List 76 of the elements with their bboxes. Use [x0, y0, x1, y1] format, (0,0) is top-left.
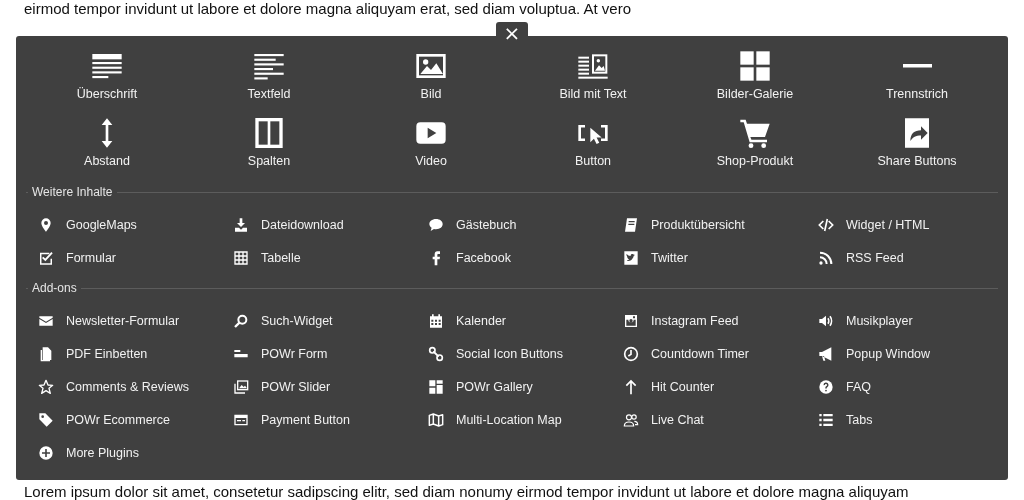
- plugin-button[interactable]: Twitter: [623, 241, 818, 274]
- section-title: Add-ons: [32, 281, 77, 295]
- checkbox-icon: [38, 249, 54, 266]
- section-title: Weitere Inhalte: [32, 185, 113, 199]
- paragraph-text: eirmod tempor invidunt ut labore et dolore magna aliquyam erat, sed diam voluptua. At vero: [23, 0, 632, 17]
- plugin-button[interactable]: Tabelle: [233, 241, 428, 274]
- plugin-button[interactable]: Facebook: [428, 241, 623, 274]
- plus-icon: [38, 444, 54, 461]
- plugin-button[interactable]: Gästebuch: [428, 208, 623, 241]
- plugin-button[interactable]: Instagram Feed: [623, 304, 818, 337]
- plugin-button[interactable]: POWr Ecommerce: [38, 403, 233, 436]
- tiles-icon: [428, 378, 444, 395]
- element-button[interactable]: Abstand: [26, 117, 188, 169]
- plugin-button[interactable]: POWr Form: [233, 337, 428, 370]
- bird-icon: [623, 249, 639, 266]
- book-icon: [623, 216, 639, 233]
- link-icon: [428, 345, 444, 362]
- element-button[interactable]: Spalten: [188, 117, 350, 169]
- element-button[interactable]: Überschrift: [26, 50, 188, 102]
- cart-icon: [739, 117, 771, 149]
- rss-icon: [818, 249, 834, 266]
- clock-icon: [623, 345, 639, 362]
- code-icon: [818, 216, 834, 233]
- map-icon: [428, 411, 444, 428]
- list-icon: [818, 411, 834, 428]
- magnifier-icon: [233, 312, 249, 329]
- plugin-button[interactable]: POWr Gallery: [428, 370, 623, 403]
- plugin-button[interactable]: Such-Widget: [233, 304, 428, 337]
- plugin-button[interactable]: Tabs: [818, 403, 998, 436]
- images-icon: [233, 378, 249, 395]
- map-pin-icon: [38, 216, 54, 233]
- grid-icon: [739, 50, 771, 82]
- plugin-button[interactable]: Newsletter-Formular: [38, 304, 233, 337]
- speech-bubble-icon: [428, 216, 444, 233]
- plugin-button[interactable]: Payment Button: [233, 403, 428, 436]
- plugin-button[interactable]: Social Icon Buttons: [428, 337, 623, 370]
- download-icon: [233, 216, 249, 233]
- plugin-button[interactable]: Hit Counter: [623, 370, 818, 403]
- megaphone-icon: [818, 345, 834, 362]
- plugin-button[interactable]: Widget / HTML: [818, 208, 998, 241]
- arrow-up-icon: [623, 378, 639, 395]
- table-icon: [233, 249, 249, 266]
- plugin-button[interactable]: Musikplayer: [818, 304, 998, 337]
- document-icon: [38, 345, 54, 362]
- element-button[interactable]: Trennstrich: [836, 50, 998, 102]
- calendar-icon: [428, 312, 444, 329]
- plugin-button[interactable]: Countdown Timer: [623, 337, 818, 370]
- element-button[interactable]: Share Buttons: [836, 117, 998, 169]
- camera-icon: [623, 312, 639, 329]
- plugin-button[interactable]: Multi-Location Map: [428, 403, 623, 436]
- paragraph-text: Lorem ipsum dolor sit amet, consetetur sadipscing elitr, sed diam nonumy eirmod tempor invidunt ut labore et dolore magna aliquyam: [23, 483, 910, 500]
- plugin-button[interactable]: Comments & Reviews: [38, 370, 233, 403]
- plugin-button[interactable]: More Plugins: [38, 436, 233, 469]
- columns-icon: [253, 117, 285, 149]
- element-button[interactable]: Video: [350, 117, 512, 169]
- element-button[interactable]: Bild: [350, 50, 512, 102]
- people-icon: [623, 411, 639, 428]
- plugin-button[interactable]: FAQ: [818, 370, 998, 403]
- plugin-button[interactable]: PDF Einbetten: [38, 337, 233, 370]
- question-icon: [818, 378, 834, 395]
- tag-icon: [38, 411, 54, 428]
- plugin-button[interactable]: Kalender: [428, 304, 623, 337]
- element-button[interactable]: Textfeld: [188, 50, 350, 102]
- star-icon: [38, 378, 54, 395]
- element-button[interactable]: Bild mit Text: [512, 50, 674, 102]
- plugin-button[interactable]: GoogleMaps: [38, 208, 233, 241]
- element-button[interactable]: Shop-Produkt: [674, 117, 836, 169]
- element-button[interactable]: Button: [512, 117, 674, 169]
- element-button[interactable]: Bilder-Galerie: [674, 50, 836, 102]
- plugin-button[interactable]: Popup Window: [818, 337, 998, 370]
- plugin-button[interactable]: Dateidownload: [233, 208, 428, 241]
- plugin-button[interactable]: Formular: [38, 241, 233, 274]
- plugin-button[interactable]: Live Chat: [623, 403, 818, 436]
- plugin-button[interactable]: Produktübersicht: [623, 208, 818, 241]
- plugin-button[interactable]: POWr Slider: [233, 370, 428, 403]
- plugin-button[interactable]: RSS Feed: [818, 241, 998, 274]
